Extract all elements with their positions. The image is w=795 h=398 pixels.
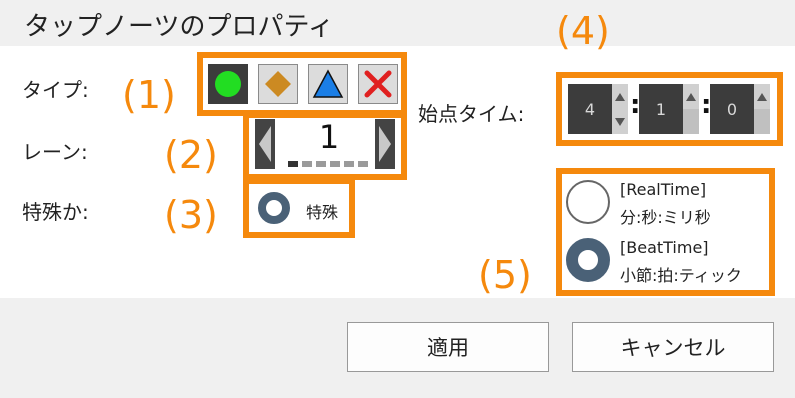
triangle-up-icon — [757, 92, 767, 101]
lane-decrement-button[interactable] — [255, 119, 275, 169]
lane-indicator-dot — [330, 161, 340, 167]
realtime-radio[interactable] — [566, 180, 610, 224]
tick-up-button[interactable] — [754, 84, 770, 109]
lane-indicator-dot — [316, 161, 326, 167]
lane-indicator-dot — [344, 161, 354, 167]
triangle-up-icon — [686, 92, 696, 101]
special-option-label: 特殊 — [306, 203, 339, 222]
green-circle-icon — [215, 71, 241, 97]
callout-4: (4) — [556, 9, 610, 53]
triangle-up-icon — [615, 92, 625, 101]
beattime-radio[interactable] — [566, 238, 610, 282]
tick-value[interactable]: 0 — [710, 84, 754, 134]
apply-button[interactable]: 適用 — [347, 322, 549, 372]
chevron-left-icon — [259, 126, 271, 162]
beat-spinner[interactable] — [683, 84, 699, 134]
chevron-right-icon — [379, 126, 391, 162]
start-time-label: 始点タイム: — [418, 102, 525, 126]
special-label: 特殊か: — [22, 200, 89, 224]
beat-up-button[interactable] — [683, 84, 699, 109]
dialog-title-bar: タップノーツのプロパティ — [0, 0, 795, 46]
triangle-down-icon — [615, 117, 625, 126]
red-x-icon — [364, 70, 392, 98]
callout-3: (3) — [164, 193, 218, 237]
dialog-title: タップノーツのプロパティ — [24, 12, 334, 42]
note-type-diamond-button[interactable] — [258, 64, 298, 104]
measure-down-button[interactable] — [612, 109, 628, 134]
callout-1: (1) — [122, 73, 176, 117]
blue-triangle-icon — [312, 69, 344, 98]
realtime-title: [RealTime] — [620, 180, 707, 199]
type-label: タイプ: — [22, 78, 89, 102]
cancel-button[interactable]: キャンセル — [572, 322, 774, 372]
note-type-triangle-button[interactable] — [308, 64, 348, 104]
note-type-tap-button[interactable] — [208, 64, 248, 104]
lane-indicator-dot — [302, 161, 312, 167]
lane-indicator-dot — [288, 161, 298, 167]
measure-spinner[interactable] — [612, 84, 628, 134]
orange-diamond-icon — [265, 71, 291, 97]
beat-value[interactable]: 1 — [639, 84, 683, 134]
realtime-subtitle: 分:秒:ミリ秒 — [620, 208, 711, 227]
lane-value: 1 — [318, 118, 340, 156]
note-type-x-button[interactable] — [358, 64, 398, 104]
lane-label: レーン: — [22, 140, 88, 164]
callout-5: (5) — [478, 253, 532, 297]
beat-down-button[interactable] — [683, 109, 699, 134]
beattime-title: [BeatTime] — [620, 238, 709, 257]
tick-spinner[interactable] — [754, 84, 770, 134]
measure-value[interactable]: 4 — [568, 84, 612, 134]
measure-up-button[interactable] — [612, 84, 628, 109]
beattime-subtitle: 小節:拍:ティック — [620, 266, 742, 285]
callout-2: (2) — [164, 133, 218, 177]
tick-down-button[interactable] — [754, 109, 770, 134]
special-radio[interactable] — [258, 192, 290, 224]
lane-increment-button[interactable] — [375, 119, 395, 169]
lane-indicator-dot — [358, 161, 368, 167]
